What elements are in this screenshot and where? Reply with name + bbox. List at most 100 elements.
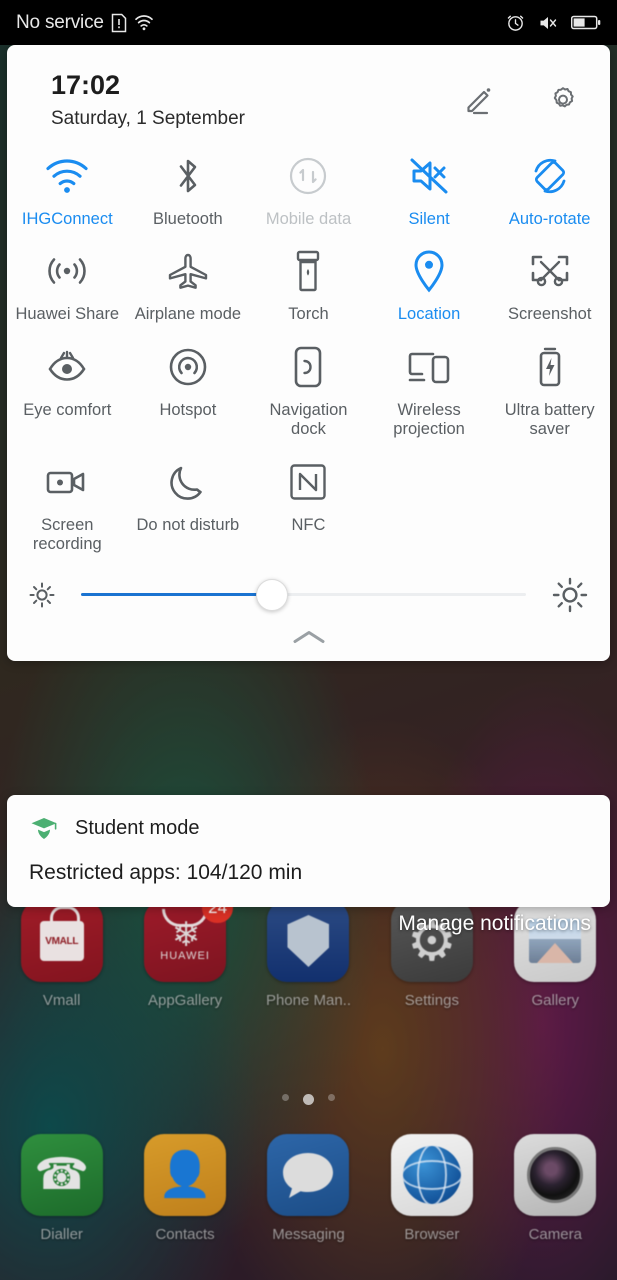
tile-label: Location	[397, 305, 461, 324]
camera-icon	[514, 1134, 597, 1216]
dock-item-dialler[interactable]: ☎ Dialler	[7, 1134, 117, 1243]
app-phone-manager[interactable]: Phone Man..	[253, 900, 363, 1009]
app-vmall[interactable]: VMALL Vmall	[7, 900, 117, 1009]
hotspot-icon	[167, 345, 209, 389]
tile-row-3: Eye comfort Hotspot Navigation dock Wire…	[7, 333, 610, 448]
appgallery-icon-text: HUAWEI	[160, 950, 210, 963]
tile-label: Torch	[288, 305, 329, 324]
app-label: Dialler	[40, 1226, 83, 1243]
tile-label: Mobile data	[265, 209, 352, 228]
tile-label: Do not disturb	[136, 515, 240, 534]
vmall-icon: VMALL	[20, 900, 103, 982]
tile-label: Huawei Share	[15, 305, 120, 324]
torch-icon	[294, 249, 322, 293]
silent-icon	[408, 154, 450, 198]
page-indicator	[0, 1094, 617, 1105]
quick-settings-tiles: IHGConnect Bluetooth Mobile data Silent …	[7, 136, 610, 563]
navigation-dock-icon	[292, 345, 324, 389]
app-label: Vmall	[42, 992, 81, 1009]
location-pin-icon	[413, 249, 445, 293]
app-label: Browser	[404, 1226, 460, 1243]
status-bar: No service	[0, 0, 617, 45]
manage-notifications-button[interactable]: Manage notifications	[398, 912, 591, 936]
tile-hotspot[interactable]: Hotspot	[128, 333, 249, 448]
tile-empty-2	[489, 448, 610, 563]
tile-nfc[interactable]: NFC	[248, 448, 369, 563]
tile-screen-recording[interactable]: Screen recording	[7, 448, 128, 563]
moon-icon	[169, 460, 207, 504]
tile-label: Ultra battery saver	[504, 400, 595, 439]
tile-mobile-data[interactable]: Mobile data	[248, 142, 369, 237]
tile-label: Auto-rotate	[508, 209, 591, 228]
app-label: Settings	[404, 992, 459, 1009]
notification-header: Student mode	[29, 813, 588, 843]
app-label: Gallery	[531, 992, 579, 1009]
tile-bluetooth[interactable]: Bluetooth	[128, 142, 249, 237]
contacts-icon: 👤	[144, 1134, 227, 1216]
tile-row-1: IHGConnect Bluetooth Mobile data Silent …	[7, 142, 610, 237]
tile-label: NFC	[291, 515, 326, 534]
gear-icon[interactable]	[546, 83, 580, 117]
tile-label: Screenshot	[507, 305, 592, 324]
appgallery-icon: ❄ HUAWEI 24	[144, 893, 234, 982]
brightness-slider[interactable]	[81, 578, 526, 611]
tile-navigation-dock[interactable]: Navigation dock	[248, 333, 369, 448]
tile-row-4: Screen recording Do not disturb NFC	[7, 448, 610, 563]
tile-auto-rotate[interactable]: Auto-rotate	[489, 142, 610, 237]
tile-eye-comfort[interactable]: Eye comfort	[7, 333, 128, 448]
bluetooth-icon	[173, 154, 203, 198]
status-bar-left: No service	[16, 12, 154, 34]
tile-label: Silent	[408, 209, 450, 228]
brightness-high-icon	[550, 575, 590, 615]
huawei-share-icon	[45, 249, 89, 293]
tile-location[interactable]: Location	[369, 237, 490, 332]
message-bubble-icon	[267, 1134, 350, 1216]
nfc-icon	[288, 460, 328, 504]
shield-icon	[287, 915, 330, 967]
alarm-icon	[506, 13, 525, 32]
page-dot-active[interactable]	[303, 1094, 314, 1105]
screen-recording-icon	[45, 460, 89, 504]
tile-ultra-battery-saver[interactable]: Ultra battery saver	[489, 333, 610, 448]
tile-silent[interactable]: Silent	[369, 142, 490, 237]
app-label: Contacts	[155, 1226, 215, 1243]
tile-label: Wireless projection	[393, 400, 465, 439]
page-dot[interactable]	[282, 1094, 289, 1101]
chevron-up-icon	[292, 629, 326, 645]
screenshot-icon	[528, 249, 572, 293]
clock-label: 17:02	[51, 70, 121, 100]
collapse-handle[interactable]	[7, 619, 610, 657]
tile-label: IHGConnect	[21, 209, 113, 228]
auto-rotate-icon	[529, 154, 571, 198]
tile-ihgconnect[interactable]: IHGConnect	[7, 142, 128, 237]
carrier-label: No service	[16, 11, 104, 33]
tile-airplane-mode[interactable]: Airplane mode	[128, 237, 249, 332]
tile-label: Navigation dock	[269, 400, 348, 439]
dock-item-contacts[interactable]: 👤 Contacts	[130, 1134, 240, 1243]
phone-manager-icon	[267, 900, 350, 982]
vmall-icon-text: VMALL	[39, 906, 84, 961]
tile-do-not-disturb[interactable]: Do not disturb	[128, 448, 249, 563]
tile-torch[interactable]: Torch	[248, 237, 369, 332]
dock-item-messaging[interactable]: Messaging	[253, 1134, 363, 1243]
page-dot[interactable]	[328, 1094, 335, 1101]
phone-icon: ☎	[20, 1134, 103, 1216]
edit-icon[interactable]	[462, 83, 496, 117]
tile-screenshot[interactable]: Screenshot	[489, 237, 610, 332]
tile-row-2: Huawei Share Airplane mode Torch Locatio…	[7, 237, 610, 332]
dock-item-camera[interactable]: Camera	[500, 1134, 610, 1243]
tile-wireless-projection[interactable]: Wireless projection	[369, 333, 490, 448]
tile-label: Hotspot	[159, 400, 217, 419]
app-label: Phone Man..	[265, 992, 351, 1009]
notification-card[interactable]: Student mode Restricted apps: 104/120 mi…	[7, 795, 610, 907]
header-actions	[462, 69, 580, 117]
tile-label: Airplane mode	[134, 305, 242, 324]
app-appgallery[interactable]: ❄ HUAWEI 24 AppGallery	[130, 893, 240, 1009]
tile-label: Bluetooth	[153, 209, 223, 228]
dock-item-browser[interactable]: Browser	[377, 1134, 487, 1243]
wireless-projection-icon	[407, 345, 451, 389]
airplane-icon	[166, 249, 210, 293]
globe-icon	[390, 1134, 473, 1216]
tile-huawei-share[interactable]: Huawei Share	[7, 237, 128, 332]
slider-thumb[interactable]	[256, 578, 289, 611]
